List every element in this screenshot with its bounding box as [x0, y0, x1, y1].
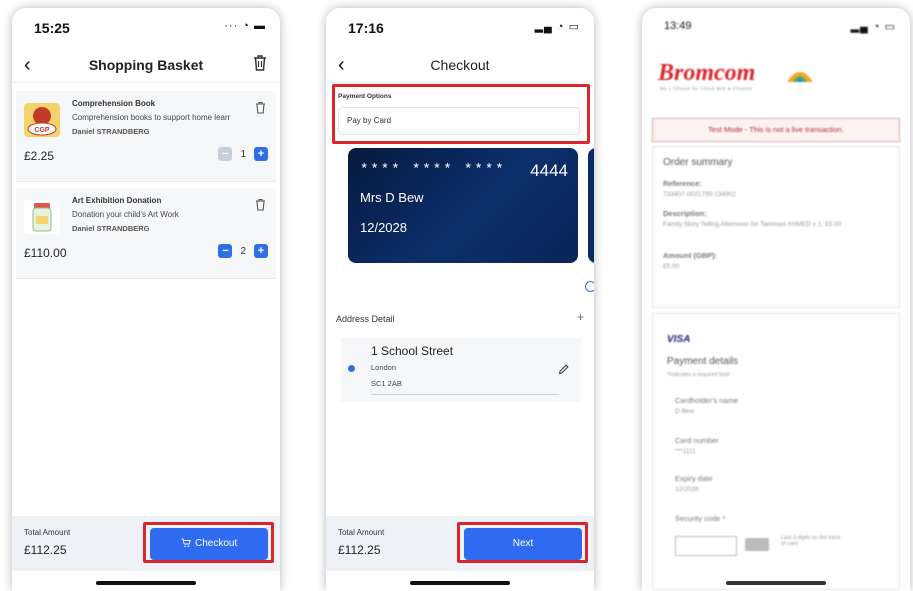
item-description: Comprehension books to support home lear…	[72, 113, 231, 122]
cardholder-value: D Bew	[675, 408, 695, 415]
highlight-box	[143, 522, 274, 563]
payment-details-form: VISA Payment details *Indicates a requir…	[652, 313, 900, 590]
item-price: £110.00	[24, 246, 67, 260]
security-code-hint: Last 3 digits on the back of card	[781, 535, 841, 547]
divider	[371, 394, 559, 395]
highlight-box	[332, 84, 590, 144]
pencil-icon[interactable]	[558, 362, 569, 380]
address-postcode: SC1 2AB	[371, 379, 402, 388]
quantity-stepper: − 2 +	[218, 244, 268, 258]
security-code-input[interactable]	[675, 536, 737, 556]
order-summary: Order summary Reference: 733407-0031799-…	[652, 146, 900, 308]
home-indicator	[726, 581, 826, 585]
checkout-screen: 17:16 ▂▄ ◔ ▭ ‹ Checkout Payment Options …	[326, 8, 594, 591]
svg-text:CGP: CGP	[34, 127, 50, 134]
card-holder: Mrs D Bew	[360, 190, 424, 205]
next-card-peek[interactable]	[588, 148, 594, 263]
reference-value: 733407-0031799-134902	[663, 191, 737, 198]
test-mode-banner: Test Mode - This is not a live transacti…	[652, 118, 900, 142]
qty-value: 1	[240, 148, 246, 160]
address-town: London	[371, 363, 397, 372]
item-description: Donation your child's Art Work	[72, 210, 179, 219]
saved-card[interactable]: **** **** **** 4444 Mrs D Bew 12/2028	[348, 148, 578, 263]
item-name: Art Exhibition Donation	[72, 196, 162, 205]
card-number-value: ***1111	[675, 448, 696, 455]
home-indicator	[410, 581, 510, 585]
basket-item: Art Exhibition Donation Donation your ch…	[16, 188, 276, 279]
book-thumbnail: CGP	[24, 103, 60, 137]
address-header: Address Detail	[336, 314, 395, 324]
bromcom-payment-screen: 13:49 ▂▄ ◔ ▭ Bromcom No.1 Choice for Clo…	[642, 8, 910, 591]
decrease-qty-button[interactable]: −	[218, 147, 233, 161]
page-title: Checkout	[430, 57, 490, 73]
description-value: Family Story Telling Afternoon for Tamma…	[663, 221, 842, 228]
increase-qty-button[interactable]: +	[254, 147, 268, 161]
required-note: *Indicates a required field	[667, 372, 730, 378]
quantity-stepper: − 1 +	[218, 147, 268, 161]
delete-item-icon[interactable]	[255, 101, 266, 119]
decrease-qty-button[interactable]: −	[218, 244, 233, 258]
bromcom-logo: Bromcom	[658, 60, 756, 86]
basket-screen: 15:25 ··· ◔ ▬ ‹ Shopping Basket CGP Comp…	[12, 8, 280, 591]
address-street: 1 School Street	[371, 344, 454, 358]
total-value: £112.25	[24, 543, 67, 557]
delete-item-icon[interactable]	[255, 198, 266, 216]
expiry-label: Expiry date	[675, 474, 713, 483]
status-time: 13:49	[664, 20, 692, 32]
address-radio[interactable]	[348, 365, 355, 372]
basket-item: CGP Comprehension Book Comprehension boo…	[16, 91, 276, 182]
nav-bar: ‹ Shopping Basket	[12, 48, 280, 83]
card-number-masked: **** **** ****	[360, 162, 506, 178]
card-expiry: 12/2028	[360, 220, 407, 235]
card-number-label: Card number	[675, 436, 719, 445]
visa-logo: VISA	[667, 334, 691, 345]
cardholder-label: Cardholder's name	[675, 396, 739, 405]
payment-details-title: Payment details	[667, 356, 739, 367]
status-bar: 13:49 ▂▄ ◔ ▭	[642, 8, 910, 48]
pupil-name: Daniel STRANDBERG	[72, 127, 150, 136]
logo-umbrella-icon	[785, 66, 815, 89]
total-value: £112.25	[338, 543, 381, 557]
wifi-battery-icon: ▂▄ ◔ ▭	[850, 21, 896, 33]
reference-label: Reference:	[663, 179, 702, 188]
status-time: 15:25	[34, 20, 70, 36]
description-label: Description:	[663, 209, 707, 218]
wifi-battery-icon: ▂▄ ◔ ▭	[534, 21, 580, 33]
total-label: Total Amount	[24, 528, 71, 537]
jar-thumbnail	[24, 200, 60, 234]
logo-tagline: No.1 Choice for Cloud MIS & Finance	[660, 86, 753, 91]
status-bar: 15:25 ··· ◔ ▬	[12, 8, 280, 48]
security-code-label: Security code *	[675, 514, 726, 523]
item-name: Comprehension Book	[72, 99, 156, 108]
status-bar: 17:16 ▂▄ ◔ ▭	[326, 8, 594, 48]
order-summary-title: Order summary	[663, 157, 733, 168]
card-back-icon	[745, 538, 769, 551]
page-title: Shopping Basket	[88, 57, 204, 73]
wifi-battery-icon: ··· ◔ ▬	[224, 20, 266, 32]
carousel-indicator	[585, 281, 594, 292]
status-time: 17:16	[348, 20, 384, 36]
amount-label: Amount (GBP):	[663, 251, 718, 260]
blurred-content: 13:49 ▂▄ ◔ ▭ Bromcom No.1 Choice for Clo…	[642, 8, 910, 591]
trash-icon[interactable]	[252, 54, 268, 77]
add-address-icon[interactable]: +	[577, 310, 584, 324]
amount-value: £5.00	[663, 263, 680, 270]
nav-bar: ‹ Checkout	[326, 48, 594, 83]
pupil-name: Daniel STRANDBERG	[72, 224, 150, 233]
expiry-value: 12/2028	[675, 486, 699, 493]
test-mode-text: Test Mode - This is not a live transacti…	[708, 125, 844, 134]
increase-qty-button[interactable]: +	[254, 244, 268, 258]
total-label: Total Amount	[338, 528, 385, 537]
home-indicator	[96, 581, 196, 585]
address-card[interactable]: 1 School Street London SC1 2AB	[341, 338, 581, 402]
item-price: £2.25	[24, 149, 55, 163]
card-last4: 4444	[530, 161, 568, 180]
qty-value: 2	[240, 245, 246, 257]
highlight-box	[457, 522, 588, 563]
